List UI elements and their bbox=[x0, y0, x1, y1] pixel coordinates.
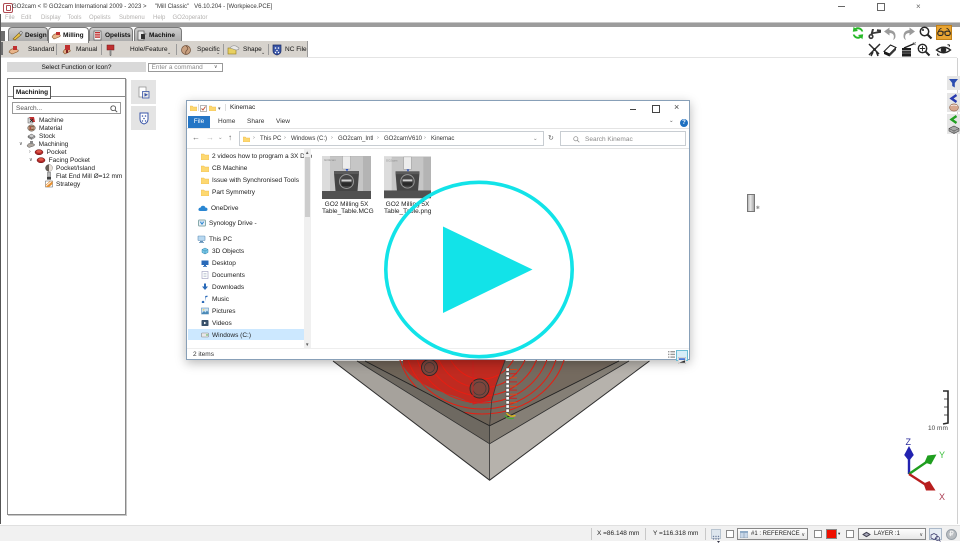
svg-text:Z: Z bbox=[906, 438, 912, 447]
svg-text:Y: Y bbox=[939, 450, 945, 460]
svg-text:X: X bbox=[939, 492, 945, 502]
svg-text:10 mm: 10 mm bbox=[928, 425, 948, 432]
svg-text:GO2cam: GO2cam bbox=[386, 159, 398, 163]
svg-text:GO2cam: GO2cam bbox=[324, 158, 337, 162]
